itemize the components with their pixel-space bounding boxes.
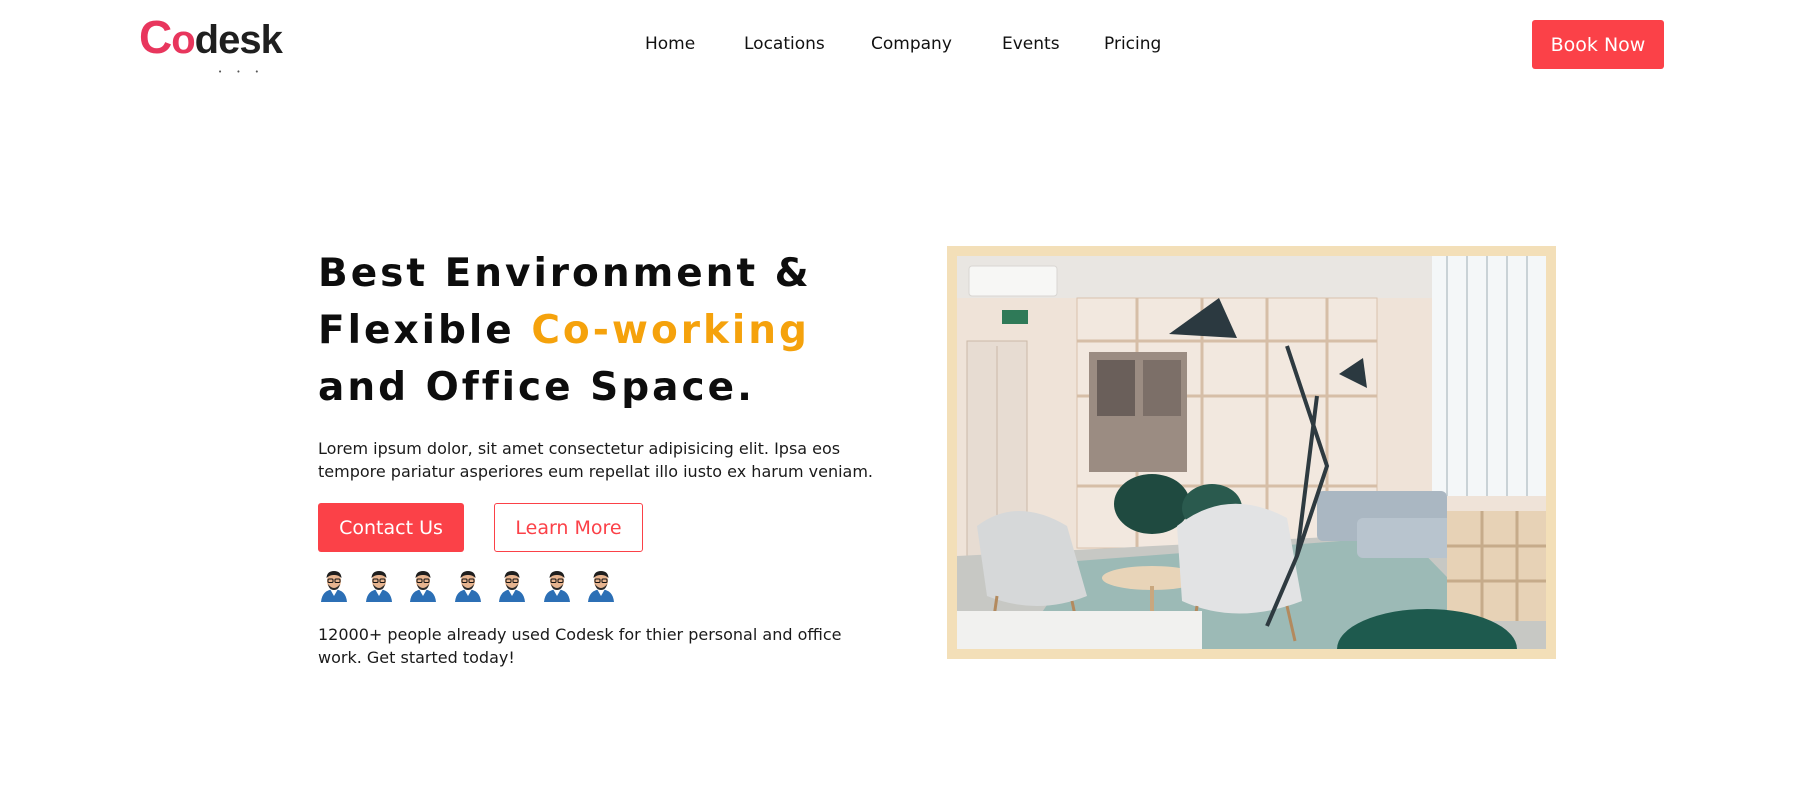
- headline-line-2: Flexible Co-working: [318, 302, 878, 359]
- social-proof-text: 12000+ people already used Codesk for th…: [318, 625, 842, 667]
- user-avatar-icon: [541, 568, 573, 602]
- user-avatar-icon: [407, 568, 439, 602]
- nav-link-events[interactable]: Events: [1002, 34, 1060, 54]
- hero-headline: Best Environment & Flexible Co-working a…: [318, 245, 878, 416]
- headline-line-3: and Office Space.: [318, 365, 755, 410]
- logo-text: desk: [194, 18, 283, 62]
- nav-link-company[interactable]: Company: [871, 34, 952, 54]
- nav-link-home[interactable]: Home: [645, 34, 695, 54]
- office-illustration: [957, 256, 1546, 649]
- hero-description: Lorem ipsum dolor, sit amet consectetur …: [318, 439, 874, 481]
- logo-letter-o: o: [171, 18, 195, 62]
- learn-more-button[interactable]: Learn More: [494, 503, 643, 552]
- logo-letter-c: C: [139, 11, 172, 63]
- user-avatar-icon: [363, 568, 395, 602]
- user-avatar-icon: [452, 568, 484, 602]
- headline-line-1: Best Environment &: [318, 251, 812, 296]
- user-avatar-icon: [585, 568, 617, 602]
- book-now-button[interactable]: Book Now: [1532, 20, 1664, 69]
- logo[interactable]: Codesk: [139, 11, 283, 63]
- user-avatar-icon: [318, 568, 350, 602]
- office-photo: [957, 256, 1546, 649]
- user-avatar-icon: [496, 568, 528, 602]
- hero-image-frame: [947, 246, 1556, 659]
- nav-link-locations[interactable]: Locations: [744, 34, 825, 54]
- user-avatars: [318, 568, 648, 602]
- headline-accent: Co-working: [531, 308, 810, 353]
- headline-plain: Flexible: [318, 308, 532, 353]
- nav-link-pricing[interactable]: Pricing: [1104, 34, 1161, 54]
- logo-dots: • • •: [218, 68, 265, 76]
- landing-page: Codesk • • • Home Locations Company Even…: [0, 0, 1814, 811]
- contact-us-button[interactable]: Contact Us: [318, 503, 464, 552]
